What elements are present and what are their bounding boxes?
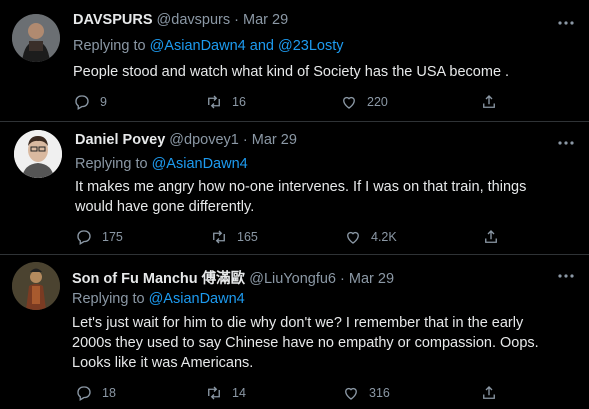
retweet-icon <box>208 95 220 109</box>
reply-button[interactable]: 18 <box>75 384 116 402</box>
replying-to: Replying to @AsianDawn4 <box>72 291 245 307</box>
replying-to: Replying to @AsianDawn4 and @23Losty <box>73 38 344 54</box>
action-bar: 175 165 4.2K <box>0 228 589 248</box>
share-icon <box>485 230 497 243</box>
retweet-icon <box>213 230 225 244</box>
tweet-3[interactable]: Son of Fu Manchu 傅滿歐 @LiuYongfu6 · Mar 2… <box>0 254 589 409</box>
like-button[interactable]: 4.2K <box>344 228 397 246</box>
author-name[interactable]: DAVSPURS <box>73 12 153 28</box>
tweet-text: It makes me angry how no-one intervenes.… <box>75 177 580 217</box>
author-name[interactable]: Daniel Povey <box>75 132 165 148</box>
author-name[interactable]: Son of Fu Manchu 傅滿歐 <box>72 271 245 287</box>
like-button[interactable]: 220 <box>340 93 388 111</box>
like-count: 220 <box>367 95 388 109</box>
separator-dot: · <box>234 12 239 28</box>
tweet-header: Son of Fu Manchu 傅滿歐 @LiuYongfu6 · Mar 2… <box>72 267 394 288</box>
action-bar: 18 14 316 <box>0 384 589 404</box>
separator-dot: · <box>340 271 345 287</box>
retweet-button[interactable]: 16 <box>205 93 246 111</box>
replying-to: Replying to @AsianDawn4 <box>75 156 248 172</box>
author-handle[interactable]: @LiuYongfu6 <box>249 271 336 287</box>
share-button[interactable] <box>482 228 509 246</box>
separator-dot: · <box>242 132 248 148</box>
tweet-text-line: Looks like it was Americans. <box>72 355 254 371</box>
mention-link[interactable]: @23Losty <box>278 38 344 54</box>
tweet-header: DAVSPURS @davspurs · Mar 29 <box>73 12 288 28</box>
retweet-button[interactable]: 14 <box>205 384 246 402</box>
author-handle[interactable]: @dpovey1 <box>169 132 239 148</box>
more-icon[interactable] <box>557 134 575 152</box>
tweet-text-line: 2000s they used to say Chinese have no e… <box>72 335 539 351</box>
retweet-count: 165 <box>237 230 258 244</box>
share-button[interactable] <box>480 384 507 402</box>
like-count: 316 <box>369 386 390 400</box>
retweet-count: 14 <box>232 386 246 400</box>
like-count: 4.2K <box>371 230 397 244</box>
tweet-1[interactable]: DAVSPURS @davspurs · Mar 29 Replying to … <box>0 0 589 122</box>
reply-count: 18 <box>102 386 116 400</box>
avatar[interactable] <box>12 14 60 62</box>
like-icon <box>345 387 357 400</box>
share-button[interactable] <box>480 93 507 111</box>
tweet-text: People stood and watch what kind of Soci… <box>73 64 510 80</box>
reply-icon <box>77 230 91 245</box>
replying-prefix: Replying to <box>72 291 145 307</box>
reply-button[interactable]: 175 <box>75 228 123 246</box>
mention-link[interactable]: @AsianDawn4 <box>152 156 248 172</box>
reply-button[interactable]: 9 <box>73 93 107 111</box>
tweet-date[interactable]: Mar 29 <box>349 271 394 287</box>
replying-prefix: Replying to <box>75 156 148 172</box>
retweet-icon <box>208 386 220 400</box>
replying-prefix: Replying to <box>73 38 146 54</box>
retweet-count: 16 <box>232 95 246 109</box>
tweet-date[interactable]: Mar 29 <box>243 12 288 28</box>
mention-link[interactable]: @AsianDawn4 <box>150 38 246 54</box>
tweet-text-line: would have gone differently. <box>75 199 255 215</box>
like-icon <box>343 96 355 109</box>
avatar[interactable] <box>12 262 60 310</box>
like-button[interactable]: 316 <box>342 384 390 402</box>
tweet-text-line: It makes me angry how no-one intervenes.… <box>75 179 527 195</box>
reply-icon <box>75 95 89 110</box>
author-handle[interactable]: @davspurs <box>157 12 231 28</box>
more-icon[interactable] <box>557 267 575 285</box>
more-icon[interactable] <box>557 14 575 32</box>
reply-count: 175 <box>102 230 123 244</box>
tweet-text-line: Let's just wait for him to die why don't… <box>72 315 524 331</box>
retweet-button[interactable]: 165 <box>210 228 258 246</box>
mention-link[interactable]: @AsianDawn4 <box>149 291 245 307</box>
mention-conjunction: and <box>249 38 274 54</box>
avatar[interactable] <box>14 130 62 178</box>
tweet-text: Let's just wait for him to die why don't… <box>72 313 582 373</box>
reply-icon <box>77 386 91 401</box>
tweet-date[interactable]: Mar 29 <box>252 132 297 148</box>
share-icon <box>483 386 495 399</box>
reply-count: 9 <box>100 95 107 109</box>
like-icon <box>347 231 359 244</box>
share-icon <box>483 95 495 108</box>
action-bar: 9 16 220 <box>0 93 589 113</box>
tweet-2[interactable]: Daniel Povey @dpovey1 · Mar 29 Replying … <box>0 121 589 255</box>
tweet-header: Daniel Povey @dpovey1 · Mar 29 <box>75 132 297 148</box>
